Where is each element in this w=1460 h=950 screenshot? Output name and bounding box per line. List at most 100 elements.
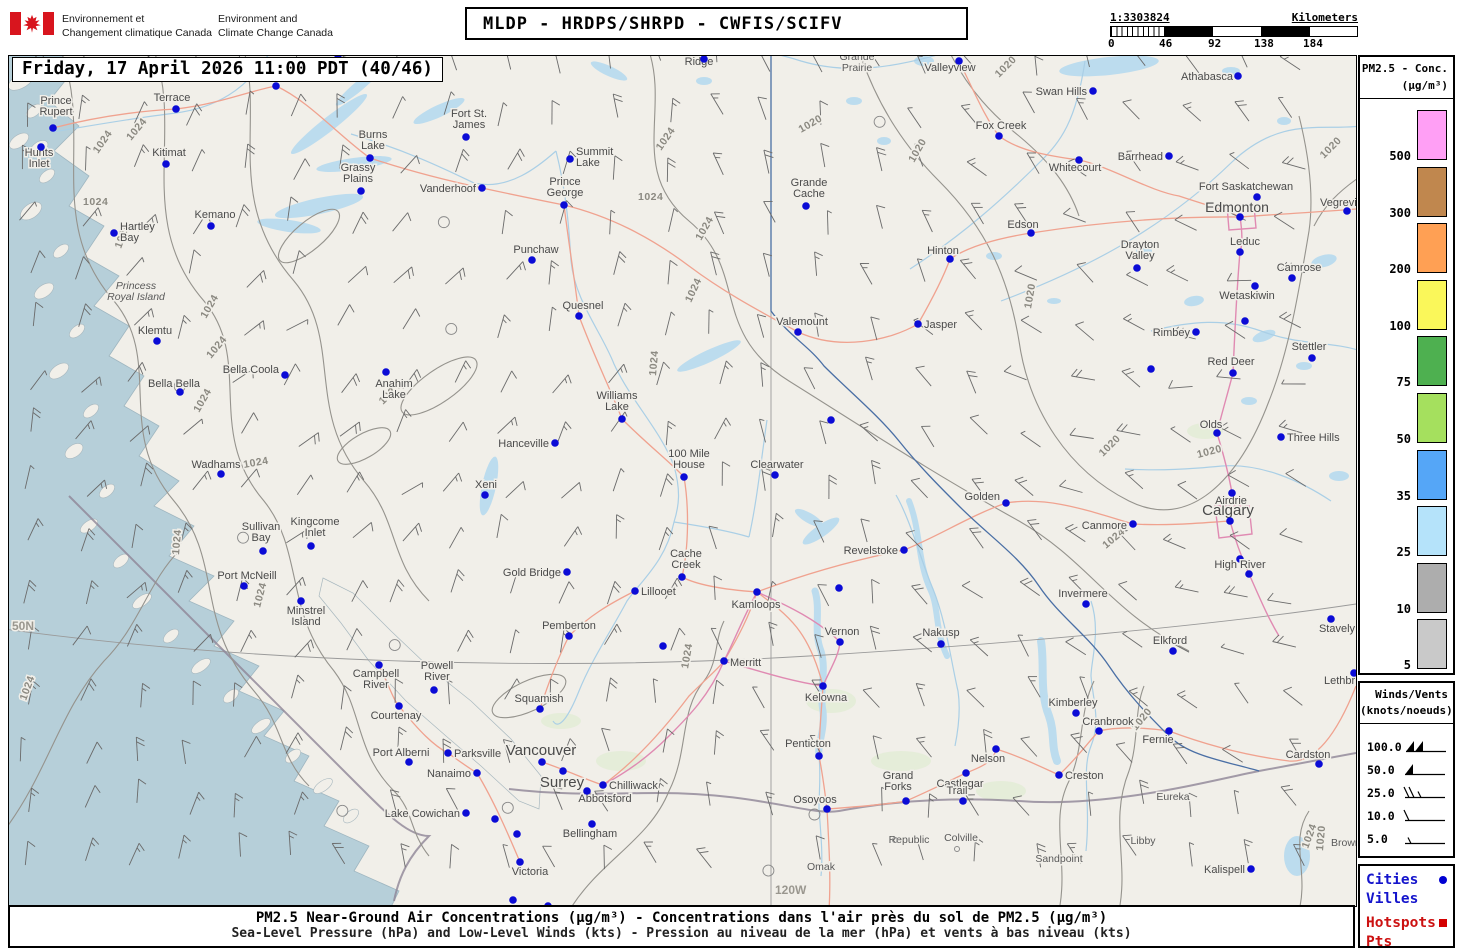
caption-line1: PM2.5 Near-Ground Air Concentrations (µg… [255, 910, 1108, 926]
pm25-bin: 75 [1363, 336, 1447, 389]
city-marker [1089, 87, 1097, 95]
city-marker [307, 542, 315, 550]
city-marker [566, 155, 574, 163]
city-marker [583, 787, 591, 795]
city-label: Fort Saskatchewan [1199, 181, 1293, 193]
city-marker [1247, 865, 1255, 873]
city-label: Rimbey [1153, 327, 1191, 339]
city-label: Vegreville [1320, 197, 1356, 209]
pm25-bin-swatch [1417, 110, 1447, 160]
city-marker [49, 124, 57, 132]
city-marker [382, 368, 390, 376]
city-marker [473, 769, 481, 777]
city-label: Xeni [475, 479, 497, 491]
city-label: Valleyview [924, 62, 975, 74]
town-label: Colville [944, 832, 978, 844]
city-marker [659, 642, 667, 650]
city-marker [946, 255, 954, 263]
pm25-bin: 5 [1363, 619, 1447, 672]
city-label: Kimberley [1049, 697, 1098, 709]
city-label: Olds [1200, 419, 1223, 431]
lake [1047, 298, 1061, 304]
city-marker [678, 573, 686, 581]
map-scale: 1:3303824 Kilometers 0 46 92 138 184 [1108, 11, 1358, 50]
city-marker [297, 597, 305, 605]
pm25-bin-label: 300 [1389, 205, 1411, 220]
city-marker [1343, 207, 1351, 215]
city-label: Athabasca [1181, 71, 1234, 83]
city-marker [1315, 760, 1323, 768]
lake [1241, 397, 1257, 405]
city-marker [536, 705, 544, 713]
city-marker [1236, 213, 1244, 221]
city-marker [110, 229, 118, 237]
pm25-bin-label: 35 [1396, 488, 1411, 503]
pm25-bin-label: 200 [1389, 262, 1411, 277]
contour-label: 1020 [1314, 825, 1328, 851]
city-label: Klemtu [138, 325, 172, 337]
city-marker [176, 388, 184, 396]
vegetation-patch [871, 751, 931, 771]
city-label: Bella Coola [223, 364, 280, 376]
wind-legend-row: 10.0 [1360, 805, 1453, 828]
city-label: Wadhams [191, 459, 241, 471]
city-label: Vernon [825, 626, 860, 638]
pm25-bin-swatch [1417, 449, 1447, 500]
city-label: Invermere [1058, 588, 1108, 600]
city-dot-icon [1439, 876, 1447, 885]
city-label: Vanderhoof [420, 183, 477, 195]
city-marker [162, 160, 170, 168]
city-label: Cardston [1286, 749, 1331, 761]
pm25-legend-units: (µg/m³) [1401, 78, 1448, 92]
city-label: High River [1214, 559, 1266, 571]
town-label: Libby [1130, 835, 1156, 847]
cities-label-en: Cities [1366, 872, 1419, 888]
city-marker [1327, 615, 1335, 623]
city-marker [240, 582, 248, 590]
city-marker [1165, 152, 1173, 160]
pm25-legend: PM2.5 - Conc. (µg/m³) 500 300 200 100 75 50 35… [1358, 55, 1455, 675]
city-label: Valemount [776, 316, 828, 328]
town-label: Browning [1331, 837, 1356, 849]
city-label: Lake [576, 157, 600, 169]
contour-label: 1024 [638, 191, 663, 203]
city-label: Kalispell [1204, 864, 1245, 876]
city-marker [481, 491, 489, 499]
city-label: Creek [671, 559, 701, 571]
wind-legend-row: 50.0 [1360, 759, 1453, 782]
city-label: Bay [252, 532, 271, 544]
city-marker [1228, 489, 1236, 497]
town-label: Sandpoint [1035, 853, 1082, 865]
city-marker [1082, 600, 1090, 608]
pm25-bin-label: 25 [1396, 545, 1411, 560]
city-marker [618, 415, 626, 423]
wind-speed-label: 5.0 [1367, 832, 1388, 847]
city-label: Creston [1065, 770, 1104, 782]
city-marker [1133, 264, 1141, 272]
city-marker [528, 256, 536, 264]
city-label: Elkford [1153, 635, 1187, 647]
city-label: Leduc [1230, 236, 1260, 248]
city-marker [1027, 229, 1035, 237]
city-marker [962, 769, 970, 777]
wind-legend-row: 25.0 [1360, 782, 1453, 805]
city: Gold Bridge [501, 566, 571, 581]
city-marker [753, 588, 761, 596]
pm25-bin-swatch [1417, 619, 1447, 670]
city-marker [375, 661, 383, 669]
pm25-bin-label: 100 [1389, 318, 1411, 333]
town-label: Prairie [842, 62, 873, 74]
pm25-bin: 50 [1363, 393, 1447, 446]
city-label: Bellingham [563, 828, 617, 840]
valid-time-label: Friday, 17 April 2026 11:00 PDT (40/46) [12, 57, 443, 82]
city-marker [1147, 365, 1155, 373]
lake [877, 137, 891, 145]
city-marker [1253, 193, 1261, 201]
city-label: Lake [361, 140, 385, 152]
map-canvas: 1024 1024 1024 1024 1024 1024 1024 1024 1024 1024… [8, 55, 1357, 907]
lake [1296, 362, 1312, 370]
scale-tick: 138 [1254, 37, 1274, 50]
city-marker [1241, 317, 1249, 325]
city-marker [462, 809, 470, 817]
city-label: Kemano [195, 209, 236, 221]
